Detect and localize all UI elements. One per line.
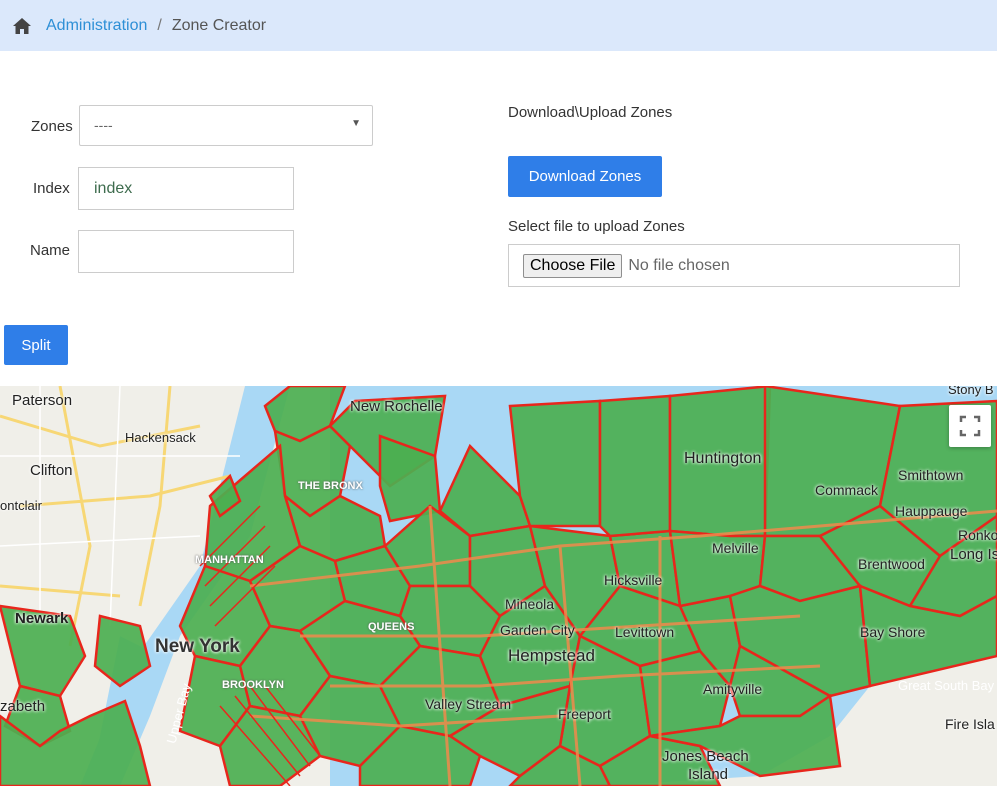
map-label-freeport: Freeport bbox=[558, 706, 611, 722]
map-label-brooklyn: BROOKLYN bbox=[222, 679, 284, 691]
map-label-ronkonkoma: Ronko bbox=[958, 527, 997, 543]
breadcrumb-administration-link[interactable]: Administration bbox=[46, 17, 147, 35]
fullscreen-icon bbox=[959, 415, 981, 437]
map-label-levittown: Levittown bbox=[615, 624, 675, 640]
map-label-paterson: Paterson bbox=[12, 392, 73, 409]
map-label-hauppauge: Hauppauge bbox=[895, 503, 968, 519]
map-label-bay-shore: Bay Shore bbox=[860, 624, 926, 640]
map-label-huntington: Huntington bbox=[684, 450, 762, 467]
map-label-valley-stream: Valley Stream bbox=[425, 696, 512, 712]
map-canvas[interactable] bbox=[0, 386, 997, 786]
map-label-hempstead: Hempstead bbox=[508, 646, 595, 665]
name-label: Name bbox=[30, 242, 71, 259]
index-label: Index bbox=[33, 180, 70, 197]
name-input[interactable] bbox=[78, 230, 294, 273]
map-label-amityville: Amityville bbox=[703, 681, 763, 697]
download-zones-button[interactable]: Download Zones bbox=[508, 156, 662, 197]
no-file-text: No file chosen bbox=[628, 256, 730, 274]
zones-select[interactable]: ---- ▼ bbox=[79, 105, 373, 146]
zone-map[interactable]: Paterson Hackensack Clifton ontclair New… bbox=[0, 386, 997, 786]
breadcrumb-separator: / bbox=[157, 16, 162, 34]
map-label-queens: QUEENS bbox=[368, 621, 415, 633]
map-label-mineola: Mineola bbox=[505, 596, 555, 612]
map-label-brentwood: Brentwood bbox=[858, 556, 925, 572]
map-label-manhattan: MANHATTAN bbox=[195, 554, 264, 566]
choose-file-button[interactable]: Choose File bbox=[523, 253, 623, 278]
breadcrumb-current: Zone Creator bbox=[171, 16, 267, 34]
file-upload-field: Choose File No file chosen bbox=[508, 244, 960, 287]
upload-section-title: Download\Upload Zones bbox=[508, 104, 673, 121]
breadcrumb: Administration / Zone Creator bbox=[0, 0, 997, 51]
map-label-clifton: Clifton bbox=[30, 462, 73, 479]
map-label-new-york: New York bbox=[155, 636, 240, 657]
index-input[interactable] bbox=[78, 167, 294, 210]
map-label-commack: Commack bbox=[815, 482, 879, 498]
map-label-elizabeth: zabeth bbox=[0, 698, 46, 715]
map-label-stony-brook: Stony B bbox=[948, 386, 994, 397]
map-label-hicksville: Hicksville bbox=[604, 572, 663, 588]
map-label-fire-island: Fire Isla bbox=[945, 716, 995, 732]
zones-label: Zones bbox=[31, 118, 73, 135]
caret-down-icon: ▼ bbox=[351, 118, 361, 129]
map-label-newark: Newark bbox=[15, 610, 69, 627]
map-label-jones-beach: Jones Beach bbox=[662, 748, 749, 765]
map-label-the-bronx: THE BRONX bbox=[298, 480, 363, 492]
split-button[interactable]: Split bbox=[4, 325, 68, 365]
select-file-label: Select file to upload Zones bbox=[508, 218, 685, 235]
map-label-hackensack: Hackensack bbox=[125, 430, 196, 445]
map-label-great-south-bay: Great South Bay bbox=[898, 678, 995, 693]
map-label-new-rochelle: New Rochelle bbox=[350, 398, 443, 415]
map-label-montclair: ontclair bbox=[0, 498, 42, 513]
home-icon[interactable] bbox=[12, 17, 32, 35]
map-label-garden-city: Garden City bbox=[500, 622, 575, 638]
map-label-smithtown: Smithtown bbox=[898, 467, 964, 483]
map-label-long-island: Long Is bbox=[950, 546, 997, 563]
fullscreen-button[interactable] bbox=[949, 405, 991, 447]
map-label-jones-beach-island: Island bbox=[688, 766, 729, 783]
map-label-melville: Melville bbox=[712, 540, 759, 556]
zones-select-value: ---- bbox=[94, 117, 113, 133]
